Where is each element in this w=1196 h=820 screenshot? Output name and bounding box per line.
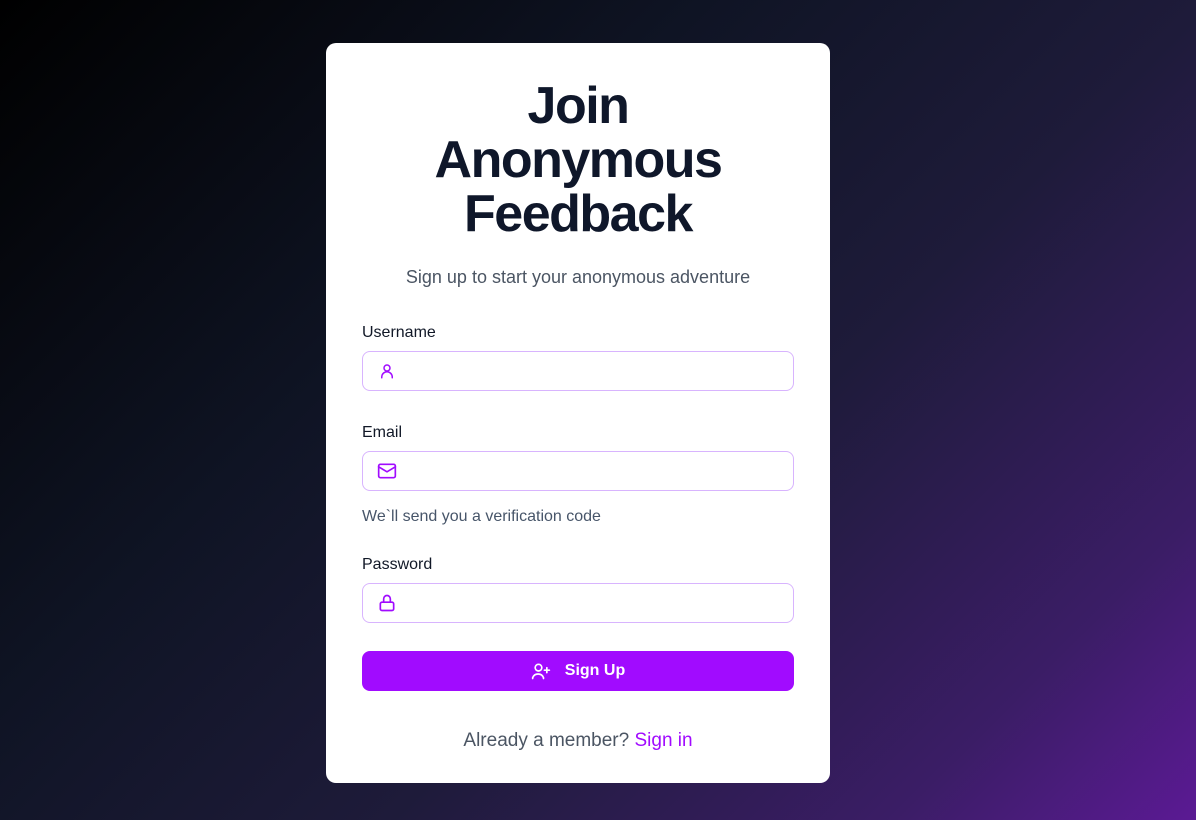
username-input-wrapper[interactable] — [362, 351, 794, 391]
signin-prompt: Already a member? Sign in — [362, 729, 794, 753]
email-input-wrapper[interactable] — [362, 451, 794, 491]
password-label: Password — [362, 556, 433, 573]
signin-prompt-text: Already a member? — [463, 730, 630, 751]
password-input[interactable] — [363, 584, 793, 622]
password-field-group: Password — [362, 555, 794, 623]
page-subtitle: Sign up to start your anonymous adventur… — [405, 267, 751, 287]
sign-up-button-label: Sign Up — [564, 662, 626, 679]
username-input[interactable] — [363, 352, 793, 390]
sign-up-button[interactable]: Sign Up — [362, 651, 794, 691]
user-plus-icon — [531, 661, 551, 681]
email-helper-text: We`ll send you a verification code — [362, 508, 601, 525]
email-label: Email — [362, 424, 403, 441]
page-title: Join Anonymous Feedback — [434, 77, 723, 243]
username-label: Username — [362, 324, 436, 341]
email-field-group: Email We`ll send you a verification code — [362, 423, 794, 527]
sign-in-link[interactable]: Sign in — [634, 730, 692, 751]
email-input[interactable] — [363, 452, 793, 490]
signup-card: Join Anonymous Feedback Sign up to start… — [326, 43, 830, 783]
password-input-wrapper[interactable] — [362, 583, 794, 623]
username-field-group: Username — [362, 323, 794, 391]
